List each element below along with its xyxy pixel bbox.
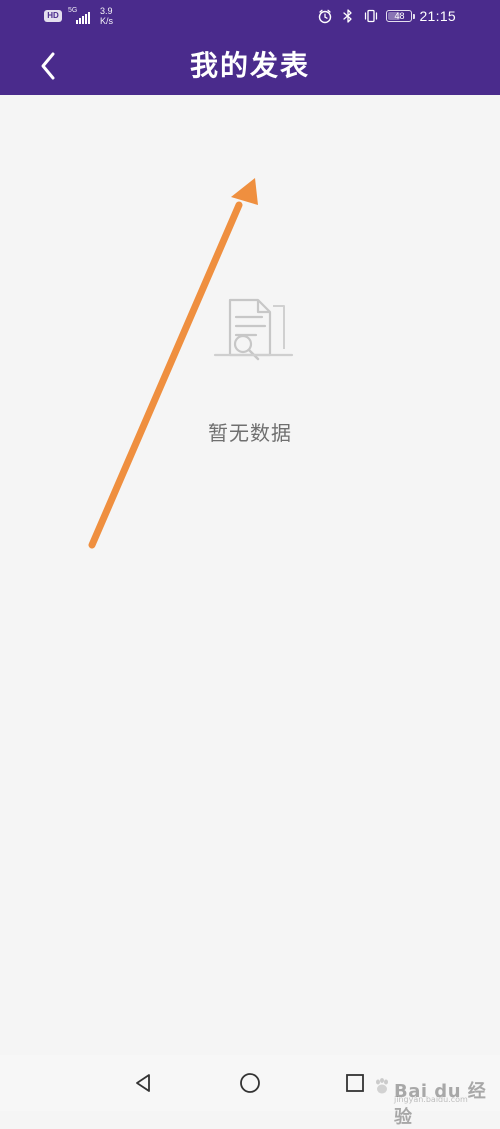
app-header: 我的发表	[0, 36, 500, 95]
page-title: 我的发表	[189, 49, 310, 82]
bluetooth-icon	[343, 9, 353, 23]
empty-document-search-icon	[213, 298, 294, 361]
home-circle-icon	[240, 1073, 260, 1093]
battery-icon: 48	[386, 10, 416, 22]
recents-square-icon	[346, 1074, 364, 1092]
alarm-icon	[319, 9, 332, 24]
status-right: 48 21:15	[317, 7, 456, 25]
main-content: 暂无数据	[0, 95, 500, 1055]
watermark: Bai du 经验 jingyan.baidu.com	[372, 1075, 490, 1128]
nav-home-button[interactable]	[235, 1068, 265, 1098]
paw-logo-icon	[376, 1078, 388, 1094]
clock: 21:15	[419, 8, 456, 24]
status-left: HD 5G 3.9 K/s	[44, 6, 113, 26]
nav-recents-button[interactable]	[340, 1068, 370, 1098]
chevron-left-icon	[41, 52, 55, 80]
vibrate-icon	[365, 9, 378, 23]
top-bar: HD 5G 3.9 K/s 48 21:15 我的发表	[0, 0, 500, 95]
back-button[interactable]	[28, 48, 68, 84]
hd-badge: HD	[44, 10, 62, 22]
navigation-bar: Bai du 经验 jingyan.baidu.com	[0, 1055, 500, 1128]
battery-level: 48	[394, 11, 405, 21]
signal-icon	[76, 12, 90, 24]
nav-back-button[interactable]	[128, 1068, 158, 1098]
watermark-url: jingyan.baidu.com	[394, 1095, 468, 1104]
network-speed-unit: K/s	[100, 16, 114, 26]
back-triangle-icon	[136, 1074, 150, 1092]
network-speed-value: 3.9	[100, 6, 113, 16]
signal-indicator: 5G	[68, 7, 94, 24]
empty-state-text: 暂无数据	[208, 421, 292, 445]
network-speed: 3.9 K/s	[100, 6, 113, 26]
status-bar: HD 5G 3.9 K/s 48 21:15	[0, 0, 500, 36]
